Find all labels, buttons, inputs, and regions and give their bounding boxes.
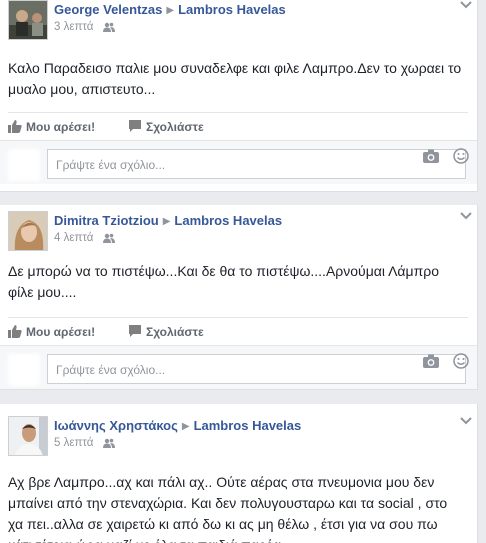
camera-icon[interactable] <box>423 149 439 163</box>
post-text-line: Δε μπορώ να το πιστέψω...Και δε θα το πι… <box>8 263 439 279</box>
post-text-line: μπαίνει από την στεναχώρια. Και δεν πολυ… <box>8 495 448 511</box>
friends-icon[interactable] <box>102 22 115 32</box>
chevron-down-icon[interactable] <box>460 416 472 426</box>
post-text-line: χα πει..αλλα σε χαιρετώ κι από δω κι ας … <box>8 516 438 532</box>
right-arrow-icon: ▶ <box>166 5 175 16</box>
post-meta: 3 λεπτά <box>54 21 115 33</box>
post-header: Dimitra Tziotziou ▶ Lambros Havelas 4 λεπτ… <box>8 211 472 255</box>
friends-icon[interactable] <box>102 233 115 243</box>
post-meta: 4 λεπτά <box>54 232 115 244</box>
post-text-line: Αχ βρε Λαμπρο...αχ και πάλι αχ.. Ούτε αέ… <box>8 474 435 490</box>
comment-button[interactable]: Σχολιάστε <box>128 324 228 340</box>
author-link[interactable]: George Velentzas <box>54 2 162 17</box>
smiley-icon[interactable] <box>453 148 469 164</box>
post-text-line: Καλο Παραδεισο παλιε μου συναδελφε και φ… <box>8 60 462 76</box>
target-link[interactable]: Lambros Havelas <box>194 418 302 433</box>
like-button[interactable]: Μου αρέσει! <box>8 119 118 135</box>
post-names: George Velentzas ▶ Lambros Havelas <box>54 2 286 17</box>
post-text-line: μυαλο μου, απιστευτο... <box>8 81 156 97</box>
friends-icon[interactable] <box>102 438 115 448</box>
author-link[interactable]: Dimitra Tziotziou <box>54 213 159 228</box>
avatar[interactable] <box>8 0 48 40</box>
comment-label: Σχολιάστε <box>146 325 204 339</box>
thumbs-up-icon <box>8 325 22 338</box>
comment-label: Σχολιάστε <box>146 120 204 134</box>
post-text: Δε μπορώ να το πιστέψω...Και δε θα το πι… <box>8 261 468 303</box>
post-text-line: κάτι τέτοια ώρα μαζί με όλα τα παιδιά πα… <box>8 535 468 543</box>
speech-bubble-icon <box>129 325 141 337</box>
comment-box: Γράψτε ένα σχόλιο... <box>0 140 477 184</box>
avatar <box>8 354 40 386</box>
smiley-icon[interactable] <box>453 353 469 369</box>
right-arrow-icon: ▶ <box>181 421 190 432</box>
post: George Velentzas ▶ Lambros Havelas 3 λεπτά… <box>0 0 478 192</box>
post: Dimitra Tziotziou ▶ Lambros Havelas 4 λεπτ… <box>0 205 478 390</box>
post-text: Αχ βρε Λαμπρο...αχ και πάλι αχ.. Ούτε αέ… <box>8 472 468 543</box>
like-button[interactable]: Μου αρέσει! <box>8 324 118 340</box>
comment-button[interactable]: Σχολιάστε <box>128 119 228 135</box>
post-header: George Velentzas ▶ Lambros Havelas 3 λεπτά <box>8 0 472 44</box>
speech-bubble-icon <box>129 120 141 132</box>
post: Ιωάννης Χρηστάκος ▶ Lambros Havelas 5 λεπτ… <box>0 404 478 543</box>
post-text-line: φίλε μου.... <box>8 284 77 300</box>
avatar <box>8 149 40 181</box>
camera-icon[interactable] <box>423 354 439 368</box>
post-header: Ιωάννης Χρηστάκος ▶ Lambros Havelas 5 λεπτ… <box>8 416 472 460</box>
timestamp[interactable]: 3 λεπτά <box>54 21 93 33</box>
right-arrow-icon: ▶ <box>162 216 171 227</box>
chevron-down-icon[interactable] <box>460 211 472 221</box>
like-label: Μου αρέσει! <box>26 120 96 134</box>
target-link[interactable]: Lambros Havelas <box>174 213 282 228</box>
avatar[interactable] <box>8 416 48 456</box>
post-meta: 5 λεπτά <box>54 437 115 449</box>
author-link[interactable]: Ιωάννης Χρηστάκος <box>54 418 178 433</box>
post-text: Καλο Παραδεισο παλιε μου συναδελφε και φ… <box>8 58 468 100</box>
post-names: Ιωάννης Χρηστάκος ▶ Lambros Havelas <box>54 418 301 433</box>
post-actions: Μου αρέσει! Σχολιάστε <box>8 112 468 138</box>
like-label: Μου αρέσει! <box>26 325 96 339</box>
post-names: Dimitra Tziotziou ▶ Lambros Havelas <box>54 213 282 228</box>
comment-input[interactable]: Γράψτε ένα σχόλιο... <box>47 354 466 384</box>
post-actions: Μου αρέσει! Σχολιάστε <box>8 317 468 343</box>
avatar[interactable] <box>8 211 48 251</box>
timestamp[interactable]: 4 λεπτά <box>54 232 93 244</box>
chevron-down-icon[interactable] <box>460 0 472 10</box>
comment-box: Γράψτε ένα σχόλιο... <box>0 345 477 389</box>
thumbs-up-icon <box>8 120 22 133</box>
comment-input[interactable]: Γράψτε ένα σχόλιο... <box>47 149 466 179</box>
target-link[interactable]: Lambros Havelas <box>178 2 286 17</box>
timestamp[interactable]: 5 λεπτά <box>54 437 93 449</box>
